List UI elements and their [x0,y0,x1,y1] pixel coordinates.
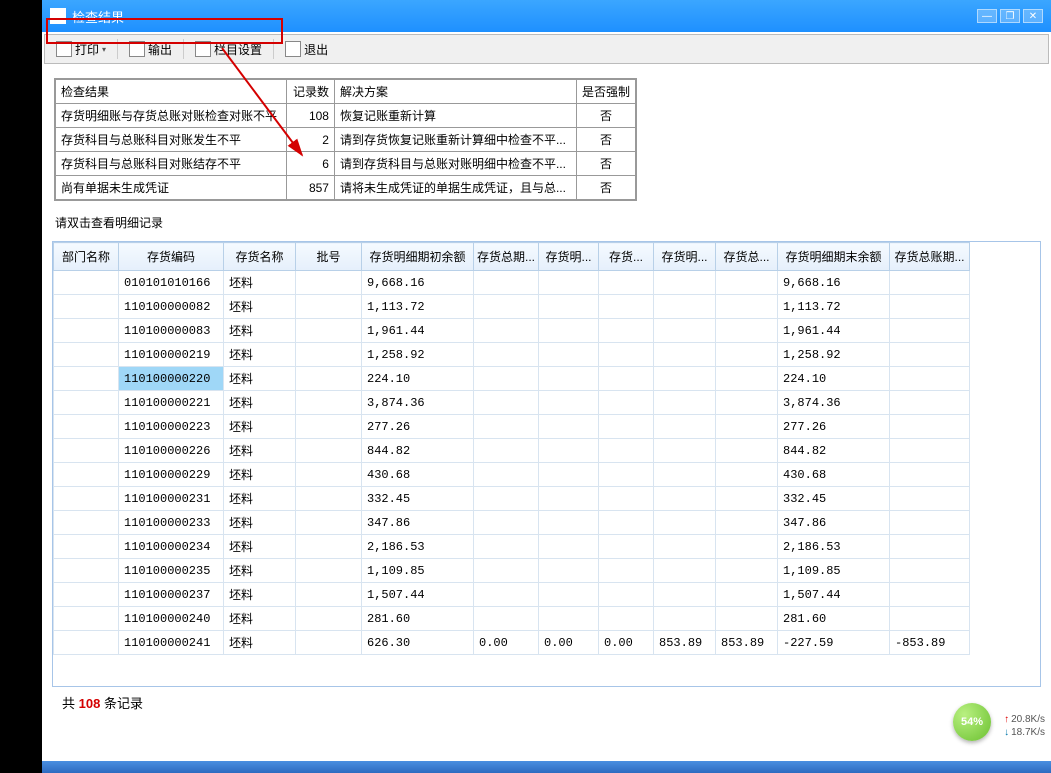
check-result-row[interactable]: 存货明细账与存货总账对账检查对账不平108恢复记账重新计算否 [56,104,636,128]
print-icon [56,41,72,57]
table-row[interactable]: 110100000219坯料1,258.921,258.92 [54,343,970,367]
app-icon [50,8,66,24]
summary-bar: 共 108 条记录 [52,687,1041,718]
export-button[interactable]: 输出 [123,38,178,60]
table-row[interactable]: 110100000235坯料1,109.851,109.85 [54,559,970,583]
taskbar[interactable] [42,761,1051,773]
table-row[interactable]: 110100000233坯料347.86347.86 [54,511,970,535]
col-c11[interactable]: 存货明细期末余额 [778,243,890,271]
col-code[interactable]: 存货编码 [119,243,224,271]
col-c9[interactable]: 存货明... [654,243,716,271]
network-speed: 20.8K/s 18.7K/s [1004,713,1045,739]
maximize-button[interactable]: ❐ [1000,9,1020,23]
table-row[interactable]: 110100000231坯料332.45332.45 [54,487,970,511]
check-result-row[interactable]: 存货科目与总账科目对账发生不平2请到存货恢复记账重新计算细中检查不平...否 [56,128,636,152]
table-row[interactable]: 110100000240坯料281.60281.60 [54,607,970,631]
export-icon [129,41,145,57]
exit-button[interactable]: 退出 [279,38,334,60]
col-c6[interactable]: 存货总期... [474,243,539,271]
col-name[interactable]: 存货名称 [224,243,296,271]
titlebar: 检查结果 — ❐ ✕ [42,0,1051,32]
check-result-row[interactable]: 存货科目与总账科目对账结存不平6请到存货科目与总账对账明细中检查不平...否 [56,152,636,176]
check-result-row[interactable]: 尚有单据未生成凭证857请将未生成凭证的单据生成凭证，且与总...否 [56,176,636,200]
col-c7[interactable]: 存货明... [539,243,599,271]
table-row[interactable]: 010101010166坯料9,668.169,668.16 [54,271,970,295]
col-solution-header[interactable]: 解决方案 [334,80,576,104]
check-results-table: 检查结果 记录数 解决方案 是否强制 存货明细账与存货总账对账检查对账不平108… [54,78,637,201]
exit-icon [285,41,301,57]
col-count-header[interactable]: 记录数 [287,80,335,104]
chevron-down-icon: ▾ [102,45,106,54]
detail-table-scroll[interactable]: 部门名称 存货编码 存货名称 批号 存货明细期初余额 存货总期... 存货明..… [52,241,1041,687]
toolbar: 打印 ▾ 输出 栏目设置 退出 [44,34,1049,64]
table-row[interactable]: 110100000082坯料1,113.721,113.72 [54,295,970,319]
table-row[interactable]: 110100000220坯料224.10224.10 [54,367,970,391]
table-row[interactable]: 110100000083坯料1,961.441,961.44 [54,319,970,343]
minimize-button[interactable]: — [977,9,997,23]
instruction-text: 请双击查看明细记录 [50,209,1043,239]
col-result-header[interactable]: 检查结果 [56,80,287,104]
table-row[interactable]: 110100000226坯料844.82844.82 [54,439,970,463]
col-c10[interactable]: 存货总... [716,243,778,271]
columns-button[interactable]: 栏目设置 [189,38,268,60]
table-row[interactable]: 110100000237坯料1,507.441,507.44 [54,583,970,607]
col-force-header[interactable]: 是否强制 [576,80,635,104]
print-button[interactable]: 打印 ▾ [50,38,112,60]
col-dept[interactable]: 部门名称 [54,243,119,271]
col-c8[interactable]: 存货... [599,243,654,271]
progress-badge[interactable]: 54% [953,703,991,741]
table-row[interactable]: 110100000234坯料2,186.532,186.53 [54,535,970,559]
table-row[interactable]: 110100000223坯料277.26277.26 [54,415,970,439]
col-c5[interactable]: 存货明细期初余额 [362,243,474,271]
close-button[interactable]: ✕ [1023,9,1043,23]
table-row[interactable]: 110100000229坯料430.68430.68 [54,463,970,487]
table-row[interactable]: 110100000241坯料626.300.000.000.00853.8985… [54,631,970,655]
columns-icon [195,41,211,57]
col-c12[interactable]: 存货总账期... [890,243,970,271]
window-title: 检查结果 [72,7,977,26]
table-row[interactable]: 110100000221坯料3,874.363,874.36 [54,391,970,415]
col-batch[interactable]: 批号 [296,243,362,271]
